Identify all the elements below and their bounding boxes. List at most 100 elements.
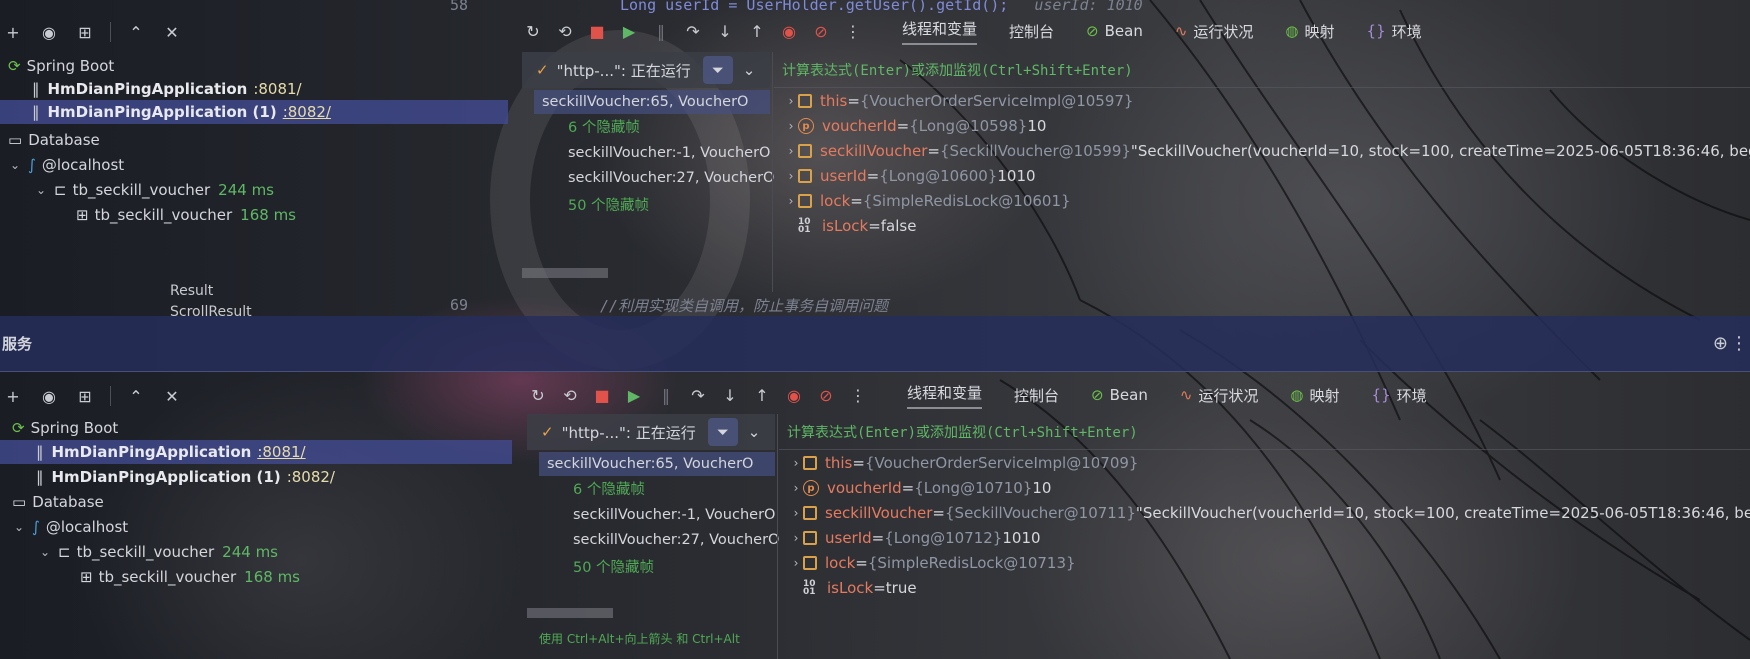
tree-item-spring-boot[interactable]: ⟳ Spring Boot [8,54,114,78]
step-over-icon[interactable]: ↷ [687,384,709,406]
filter-icon[interactable]: ⏷ [702,56,733,84]
mute-breakpoints-icon[interactable]: ⊘ [810,20,832,42]
thread-selector[interactable]: ✓ "http-...": 正在运行 ⏷ ⌄ [527,414,775,450]
scrollbar[interactable] [527,608,613,618]
stop-icon[interactable]: ■ [586,20,608,42]
step-out-icon[interactable]: ↑ [751,384,773,406]
var-row[interactable]: › seckillVoucher = {SeckillVoucher@10599… [784,139,1750,163]
chevron-right-icon[interactable]: › [784,94,798,108]
scrollbar[interactable] [522,268,608,278]
port-link[interactable]: :8081/ [257,443,305,461]
view-breakpoints-icon[interactable]: ◉ [783,384,805,406]
split-divider[interactable] [777,414,778,659]
restart-icon[interactable]: ⟲ [559,384,581,406]
watch-input[interactable]: 计算表达式(Enter)或添加监视(Ctrl+Shift+Enter) [774,52,1750,88]
port-link[interactable]: :8082/ [283,103,331,121]
var-row[interactable]: 10 01 isLock = false [784,214,916,238]
frame-item[interactable]: seckillVoucher:27, VoucherO [568,166,774,190]
chevron-down-icon[interactable]: ⌄ [8,158,22,172]
tree-item-app-8081[interactable]: ‖ HmDianPingApplication :8081/ [0,77,508,101]
chevron-down-icon[interactable]: ⌄ [748,423,761,441]
tree-item-app-8081[interactable]: ‖ HmDianPingApplication :8081/ [0,440,512,464]
frame-item[interactable]: seckillVoucher:-1, VoucherO [573,503,775,527]
var-row[interactable]: › p voucherId = {Long@10710} 10 [789,476,1052,500]
chevron-right-icon[interactable]: › [789,456,803,470]
hidden-frames[interactable]: 6 个隐藏帧 [568,114,640,138]
chevron-right-icon[interactable]: › [789,481,803,495]
eye-icon[interactable]: ◉ [38,21,60,43]
more-icon[interactable]: ⋮ [1730,333,1748,354]
expand-all-icon[interactable]: ⌃ [125,21,147,43]
frame-item[interactable]: seckillVoucher:65, VoucherO [539,452,775,476]
tree-item-database[interactable]: ▭ Database [8,128,100,152]
var-row[interactable]: › lock = {SimpleRedisLock@10713} [789,551,1076,575]
more-icon[interactable]: ⋮ [842,20,864,42]
tab-threads-variables[interactable]: 线程和变量 [902,18,978,45]
tree-item-table2[interactable]: ⊞ tb_seckill_voucher 168 ms [76,203,296,227]
chevron-right-icon[interactable]: › [784,144,798,158]
frame-item[interactable]: seckillVoucher:27, VoucherO [573,528,779,552]
tree-item-table2[interactable]: ⊞ tb_seckill_voucher 168 ms [80,565,300,589]
rerun-icon[interactable]: ↻ [522,20,544,42]
chevron-down-icon[interactable]: ⌄ [12,520,26,534]
resume-icon[interactable]: ▶ [623,384,645,406]
var-row[interactable]: › userId = {Long@10600} 1010 [784,164,1036,188]
tree-item-app-8082[interactable]: ‖ HmDianPingApplication (1) :8082/ [0,100,508,124]
restart-icon[interactable]: ⟲ [554,20,576,42]
tree-item-localhost[interactable]: ⌄ ∫ @localhost [8,153,124,177]
var-row[interactable]: › p voucherId = {Long@10598} 10 [784,114,1047,138]
tab-environment[interactable]: {} 环境 [1372,385,1427,406]
chevron-down-icon[interactable]: ⌄ [743,61,756,79]
var-row[interactable]: 10 01 isLock = true [789,576,917,600]
tree-item-localhost[interactable]: ⌄ ∫ @localhost [12,515,128,539]
tab-bean[interactable]: ⊘ Bean [1086,22,1143,40]
chevron-right-icon[interactable]: › [789,556,803,570]
chevron-down-icon[interactable]: ⌄ [34,183,48,197]
step-over-icon[interactable]: ↷ [682,20,704,42]
thread-selector[interactable]: ✓ "http-...": 正在运行 ⏷ ⌄ [522,52,770,88]
var-row[interactable]: › userId = {Long@10712} 1010 [789,526,1041,550]
pause-icon[interactable]: ‖ [650,20,672,42]
view-breakpoints-icon[interactable]: ◉ [778,20,800,42]
var-row[interactable]: › this = {VoucherOrderServiceImpl@10709} [789,451,1139,475]
rerun-icon[interactable]: ↻ [527,384,549,406]
tree-item-spring-boot[interactable]: ⟳ Spring Boot [12,416,118,440]
expand-all-icon[interactable]: ⌃ [125,385,147,407]
tab-environment[interactable]: {} 环境 [1367,21,1422,42]
frame-item[interactable]: seckillVoucher:65, VoucherO [534,90,770,114]
tree-item-app-8082[interactable]: ‖ HmDianPingApplication (1) :8082/ [0,465,512,489]
split-divider[interactable] [772,52,773,292]
filter-icon[interactable]: ⏷ [707,418,738,446]
chevron-right-icon[interactable]: › [789,506,803,520]
tab-threads-variables[interactable]: 线程和变量 [907,382,983,409]
port-link[interactable]: :8082/ [287,468,335,486]
tab-mappings[interactable]: ◍ 映射 [1290,385,1339,406]
stop-icon[interactable]: ■ [591,384,613,406]
tab-health[interactable]: ∿ 运行状况 [1175,21,1254,42]
watch-input[interactable]: 计算表达式(Enter)或添加监视(Ctrl+Shift+Enter) [779,414,1750,450]
chevron-right-icon[interactable]: › [784,169,798,183]
collapse-all-icon[interactable]: ✕ [161,21,183,43]
var-row[interactable]: › lock = {SimpleRedisLock@10601} [784,189,1071,213]
hidden-frames[interactable]: 50 个隐藏帧 [573,554,654,578]
add-icon[interactable]: + [2,385,24,407]
eye-icon[interactable]: ◉ [38,385,60,407]
chevron-right-icon[interactable]: › [784,119,798,133]
new-group-icon[interactable]: ⊞ [74,385,96,407]
frame-item[interactable]: seckillVoucher:-1, VoucherO [568,141,770,165]
step-out-icon[interactable]: ↑ [746,20,768,42]
chevron-right-icon[interactable]: › [789,531,803,545]
crosshair-icon[interactable]: ⊕ [1713,333,1728,354]
mute-breakpoints-icon[interactable]: ⊘ [815,384,837,406]
tab-console[interactable]: 控制台 [1014,385,1059,406]
chevron-right-icon[interactable]: › [784,194,798,208]
collapse-all-icon[interactable]: ✕ [161,385,183,407]
hidden-frames[interactable]: 50 个隐藏帧 [568,192,649,216]
add-icon[interactable]: + [2,21,24,43]
var-row[interactable]: › seckillVoucher = {SeckillVoucher@10711… [789,501,1750,525]
pause-icon[interactable]: ‖ [655,384,677,406]
tab-bean[interactable]: ⊘ Bean [1091,386,1148,404]
new-group-icon[interactable]: ⊞ [74,21,96,43]
tree-item-database[interactable]: ▭ Database [12,490,104,514]
hidden-frames[interactable]: 6 个隐藏帧 [573,476,645,500]
